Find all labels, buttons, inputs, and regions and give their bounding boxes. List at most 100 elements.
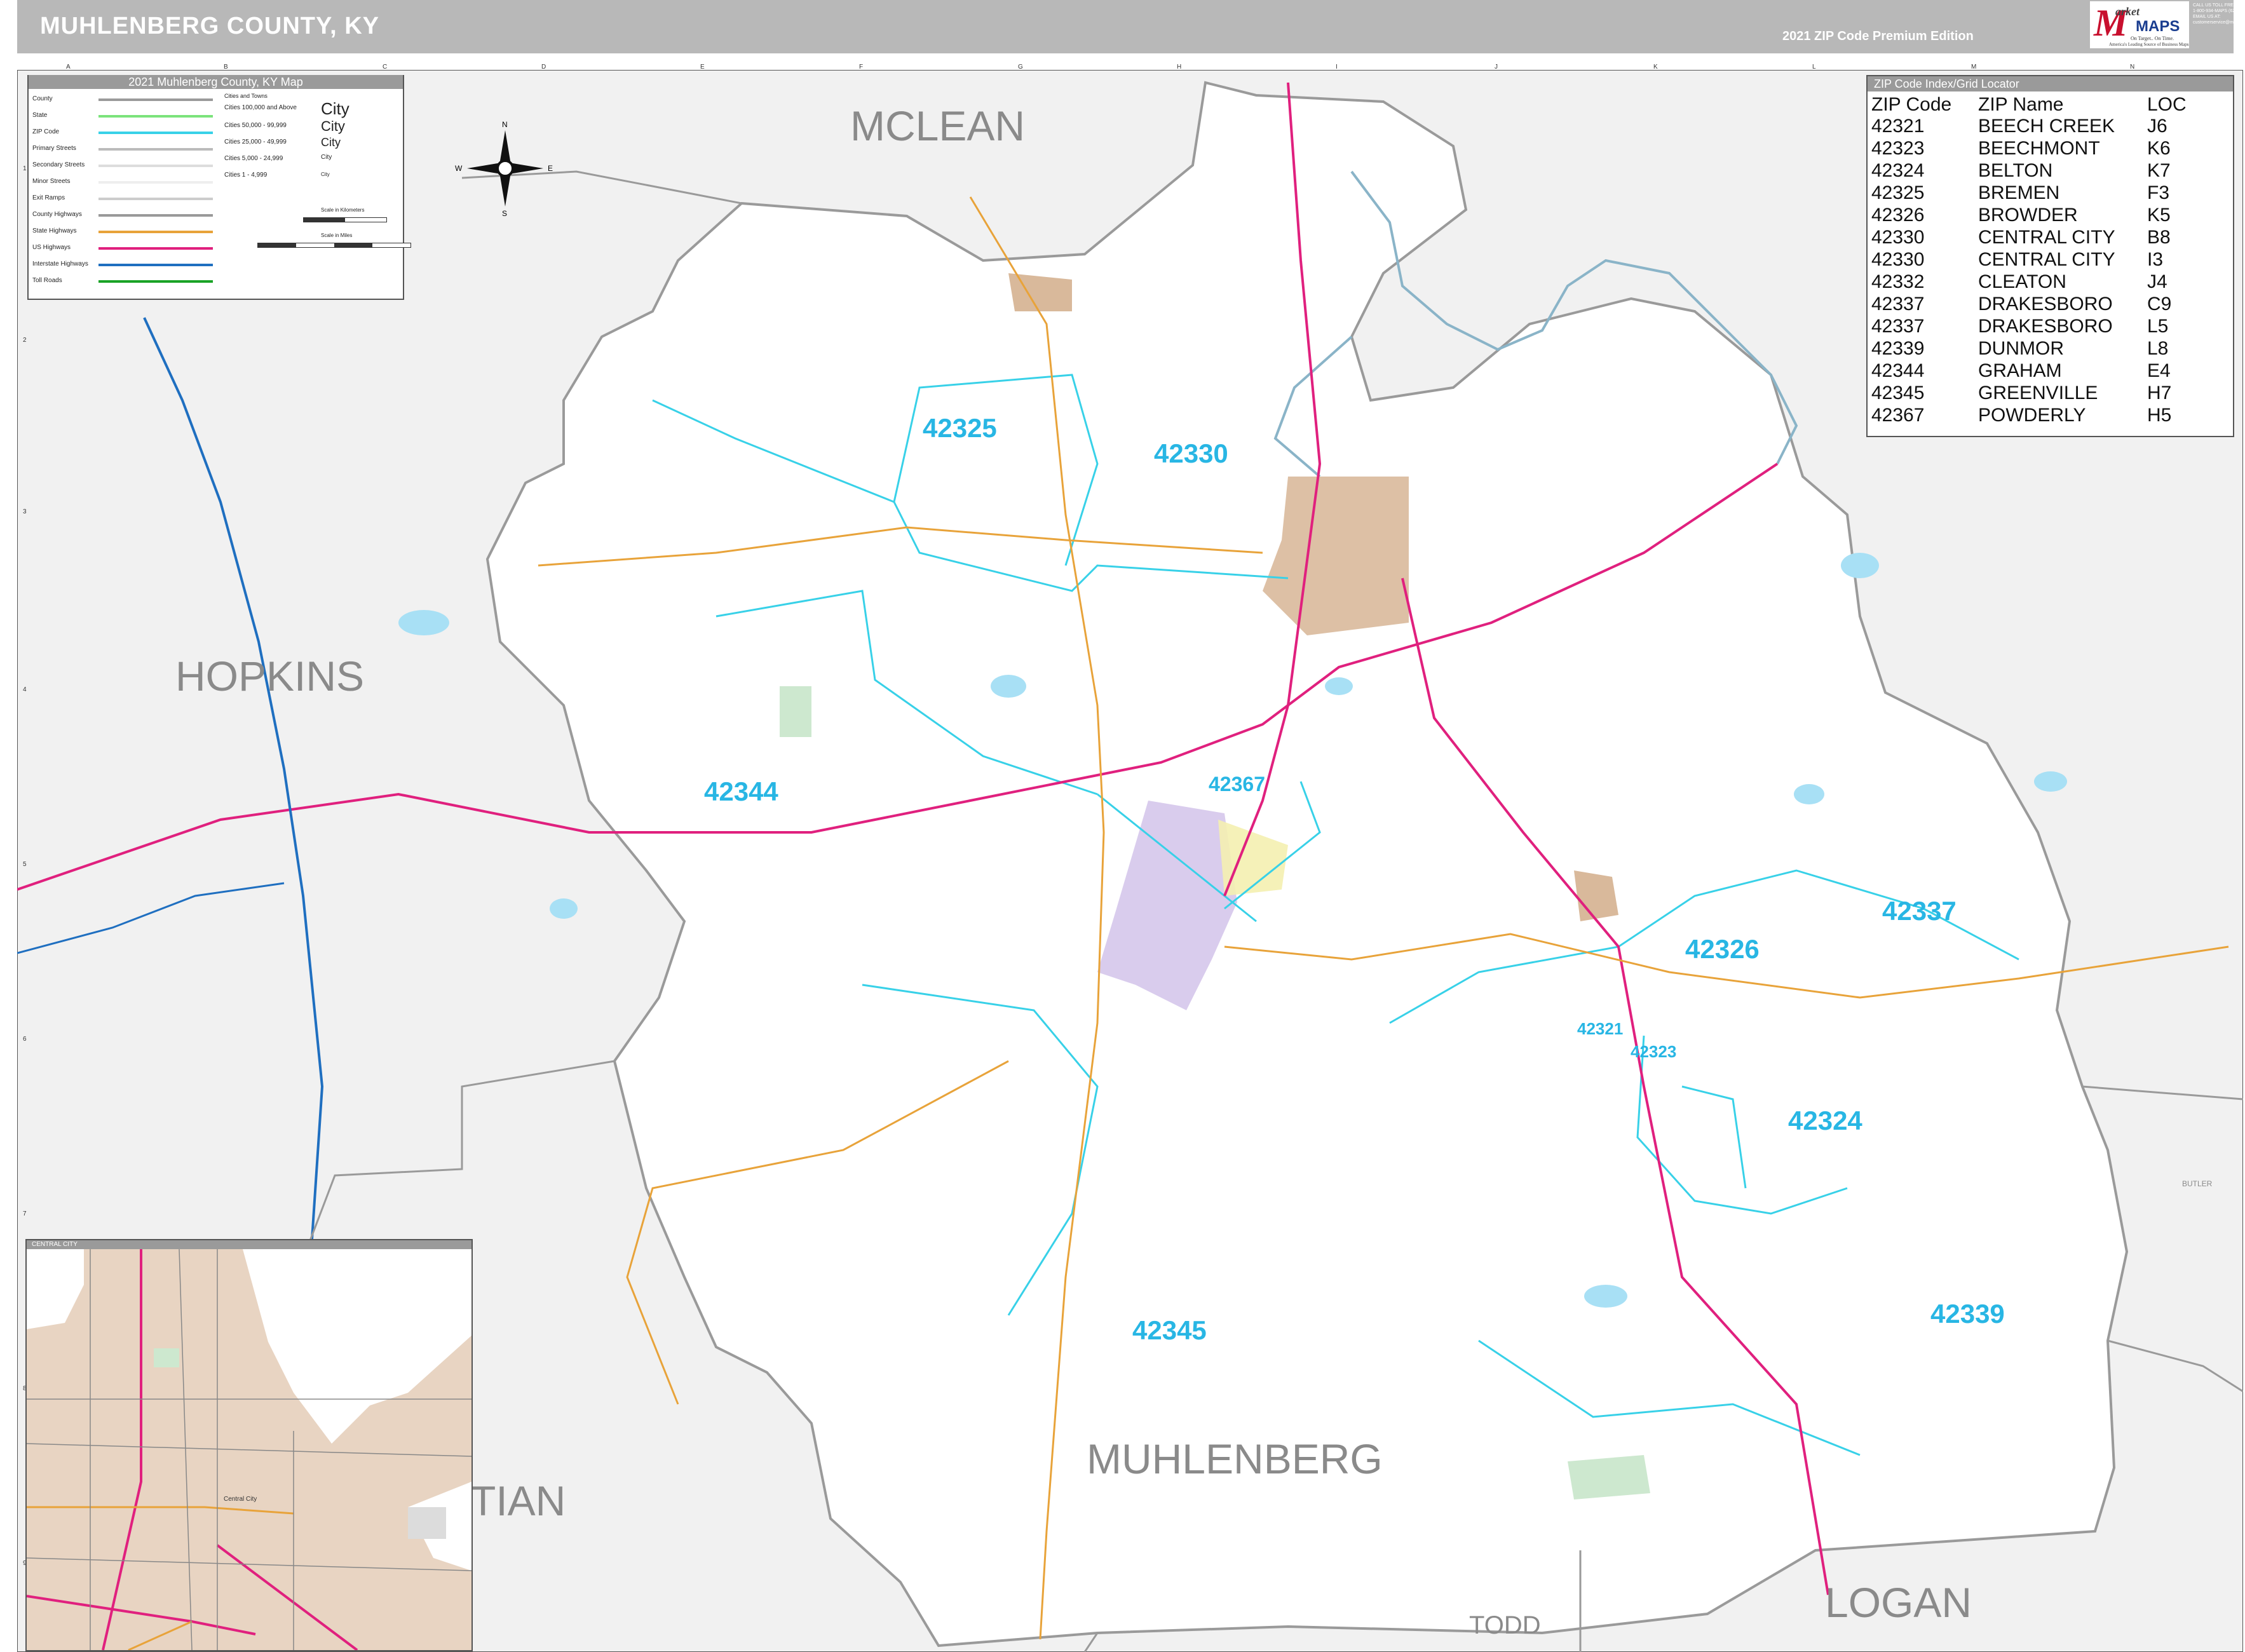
compass-w: W [455,164,463,173]
zip-label: 42321 [1577,1019,1624,1038]
legend-swatch [98,115,213,118]
grid-row-label: 6 [23,1036,27,1043]
legend-swatch [98,264,213,266]
lake-malone-park [1568,1455,1650,1500]
zip-index-cell: GRAHAM [1978,360,2062,381]
grid-column-label: L [1812,64,1816,71]
inset-map-central-city[interactable]: Central City CENTRAL CITY [25,1239,473,1651]
county-label-muhlenberg: MUHLENBERG [1087,1435,1383,1482]
zip-index-cell: BROWDER [1978,205,2078,226]
scale-bar-mi [257,243,411,248]
zip-index-cell: 42324 [1871,160,1925,181]
grid-column-label: H [1177,64,1182,71]
legend-city-row: Cities 5,000 - 24,999 [224,155,283,162]
zip-index-cell: 42337 [1871,294,1925,315]
zip-index-cell: 42337 [1871,316,1925,337]
logo-maps-word: MAPS [2136,18,2180,35]
grid-row-label: 1 [23,165,27,172]
graham-area [780,686,811,737]
zip-index-cell: 42345 [1871,383,1925,403]
legend-row: Minor Streets [32,178,71,185]
zip-index-cell: H5 [2147,405,2172,426]
zip-index-cell: I3 [2147,249,2164,270]
grid-row-label: 2 [23,337,27,344]
edition-label: 2021 ZIP Code Premium Edition [1782,29,1974,43]
grid-row-label: 5 [23,861,27,868]
zip-label: 42325 [923,413,997,443]
legend-swatch [98,214,213,217]
county-label-mclean: MCLEAN [850,102,1026,149]
zip-label: 42323 [1631,1042,1677,1061]
grid-column-label: A [66,64,71,71]
drakesboro-area [1574,870,1618,921]
legend-swatch [98,198,213,200]
zip-index-cell: J6 [2147,116,2167,137]
county-label-todd: TODD [1469,1611,1541,1639]
legend-swatch [98,231,213,233]
legend-row: State Highways [32,227,77,234]
map-legend: 2021 Muhlenberg County, KY Map County St… [27,75,411,300]
contact-info: CALL US TOLL FREE 1-800-934-MAPS (6277) … [2193,3,2245,50]
county-label-hopkins: HOPKINS [175,653,365,700]
legend-swatch [98,280,213,283]
legend-row: US Highways [32,244,71,251]
compass-icon: N S E W [455,121,553,216]
compass-s: S [502,209,507,216]
zip-label: 42330 [1154,438,1228,468]
legend-title: 2021 Muhlenberg County, KY Map [29,75,403,89]
legend-row: County [32,95,53,102]
zip-label: 42367 [1209,773,1265,796]
zip-index-cell: J4 [2147,271,2167,292]
logo-market-word: arket [2115,5,2140,18]
zip-index-cell: F3 [2147,182,2170,203]
zip-code-index: ZIP Code Index/Grid Locator ZIP Code ZIP… [1866,75,2234,437]
scale-bar-km [303,217,387,222]
logo-tagline: On Target.. On Time. [2131,36,2174,41]
zip-index-cell: 42325 [1871,182,1925,203]
zip-index-cell: 42330 [1871,249,1925,270]
legend-swatch [98,98,213,101]
grid-column-label: G [1018,64,1023,71]
legend-row: Toll Roads [32,277,62,284]
county-label-logan: LOGAN [1825,1579,1972,1626]
zip-index-cell: BEECHMONT [1978,138,2100,159]
zip-index-header: LOC [2147,94,2187,115]
zip-index-cell: DRAKESBORO [1978,316,2113,337]
legend-swatch [98,148,213,151]
zip-index-cell: BEECH CREEK [1978,116,2115,137]
lake [550,898,578,919]
county-label-butler: BUTLER [2182,1179,2213,1188]
grid-column-label: J [1495,64,1498,71]
zip-index-cell: DUNMOR [1978,338,2064,359]
legend-city-row: Cities 25,000 - 49,999 [224,139,287,146]
zip-index-cell: K7 [2147,160,2171,181]
zip-label: 42337 [1882,896,1957,926]
contact-line: 1-800-934-MAPS (6277) [2193,9,2242,13]
legend-row: Exit Ramps [32,194,65,201]
contact-line: customerservice@marketmaps.com [2193,20,2245,25]
grid-column-label: F [859,64,864,71]
legend-swatch [98,165,213,167]
zip-index-cell: CENTRAL CITY [1978,249,2115,270]
zip-index-cell: CENTRAL CITY [1978,227,2115,248]
lake [991,675,1026,698]
grid-row-label: 4 [23,686,27,693]
legend-city-sample: City [321,99,349,118]
zip-index-cell: 42344 [1871,360,1925,381]
inset-park [154,1348,179,1367]
inset-svg: Central City [27,1240,471,1650]
zip-index-cell: K5 [2147,205,2171,226]
grid-column-label: N [2130,64,2135,71]
county-label-christian: TIAN [470,1477,566,1524]
logo-subtagline: America's Leading Source of Business Map… [2109,42,2189,47]
grid-row-label: 3 [23,508,27,515]
legend-row: Secondary Streets [32,161,85,168]
legend-city-sample: City [321,154,332,161]
zip-index-title: ZIP Code Index/Grid Locator [1868,76,2233,91]
lake [2034,771,2067,792]
scale-mi-label: Scale in Miles [321,233,353,238]
zip-label: 42345 [1132,1315,1207,1345]
lake [398,610,449,635]
grid-column-label: B [224,64,228,71]
zip-label: 42326 [1685,934,1760,964]
